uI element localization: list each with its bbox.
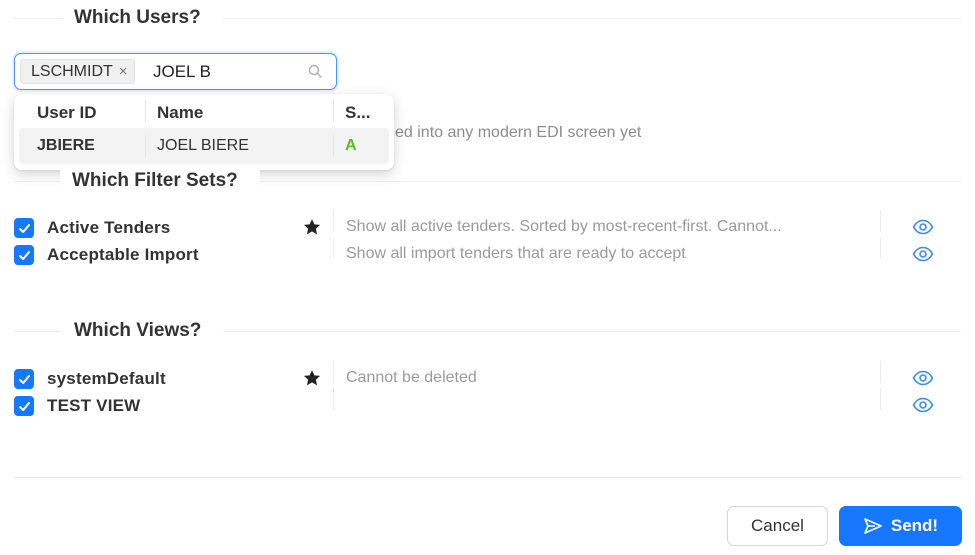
send-icon	[864, 518, 882, 534]
column-separator	[333, 361, 334, 383]
selected-user-tag: LSCHMIDT ×	[20, 59, 135, 84]
view-row: TEST VIEW	[14, 388, 959, 418]
filter-set-checkbox[interactable]	[14, 245, 34, 265]
eye-icon[interactable]	[912, 370, 934, 386]
view-row: systemDefault Cannot be deleted	[14, 361, 959, 391]
footer-divider	[14, 477, 961, 478]
dropdown-option-jbiere[interactable]: JBIERE JOEL BIERE A	[19, 128, 389, 164]
user-search-text[interactable]: JOEL B	[153, 62, 211, 82]
column-separator	[145, 100, 146, 122]
dropdown-header: User ID Name S...	[14, 94, 394, 128]
column-separator	[880, 210, 881, 232]
column-name[interactable]: Name	[157, 103, 203, 123]
cell-separator	[145, 135, 146, 157]
tag-close-icon[interactable]: ×	[119, 64, 128, 79]
filters-section-title: Which Filter Sets?	[60, 170, 260, 192]
column-status[interactable]: S...	[345, 103, 371, 123]
filter-set-row: Active Tenders Show all active tenders. …	[14, 210, 959, 240]
send-button[interactable]: Send!	[839, 506, 962, 546]
star-icon[interactable]	[302, 368, 322, 388]
column-separator	[333, 388, 334, 410]
star-icon[interactable]	[302, 217, 322, 237]
column-separator	[333, 100, 334, 122]
filter-set-row: Acceptable Import Show all import tender…	[14, 237, 959, 267]
view-label: TEST VIEW	[47, 396, 141, 415]
eye-icon[interactable]	[912, 397, 934, 413]
eye-icon[interactable]	[912, 219, 934, 235]
filter-set-description: Show all import tenders that are ready t…	[346, 245, 686, 262]
option-status: A	[345, 137, 357, 154]
column-separator	[333, 237, 334, 259]
view-checkbox[interactable]	[14, 396, 34, 416]
views-section-title: Which Views?	[62, 320, 224, 342]
filter-set-label: Active Tenders	[47, 218, 171, 237]
user-select-input[interactable]: LSCHMIDT × JOEL B	[14, 53, 337, 90]
cancel-button-label: Cancel	[751, 516, 804, 535]
eye-icon[interactable]	[912, 246, 934, 262]
cell-separator	[333, 135, 334, 157]
cancel-button[interactable]: Cancel	[727, 506, 828, 546]
send-button-label: Send!	[890, 516, 939, 535]
users-help-text: ed into any modern EDI screen yet	[395, 124, 642, 141]
search-icon	[308, 64, 322, 78]
column-separator	[880, 361, 881, 383]
column-separator	[880, 237, 881, 259]
filter-set-checkbox[interactable]	[14, 218, 34, 238]
users-section-title: Which Users?	[62, 7, 223, 29]
column-separator	[333, 210, 334, 232]
view-description: Cannot be deleted	[346, 369, 477, 386]
filter-set-description: Show all active tenders. Sorted by most-…	[346, 218, 782, 235]
selected-user-tag-label: LSCHMIDT	[31, 63, 113, 80]
column-separator	[880, 388, 881, 410]
view-checkbox[interactable]	[14, 369, 34, 389]
column-user-id[interactable]: User ID	[37, 103, 97, 123]
filter-set-label: Acceptable Import	[47, 245, 199, 264]
view-label: systemDefault	[47, 369, 166, 388]
user-dropdown: User ID Name S... JBIERE JOEL BIERE A	[14, 94, 394, 170]
option-name: JOEL BIERE	[157, 137, 249, 154]
option-user-id: JBIERE	[37, 137, 95, 154]
